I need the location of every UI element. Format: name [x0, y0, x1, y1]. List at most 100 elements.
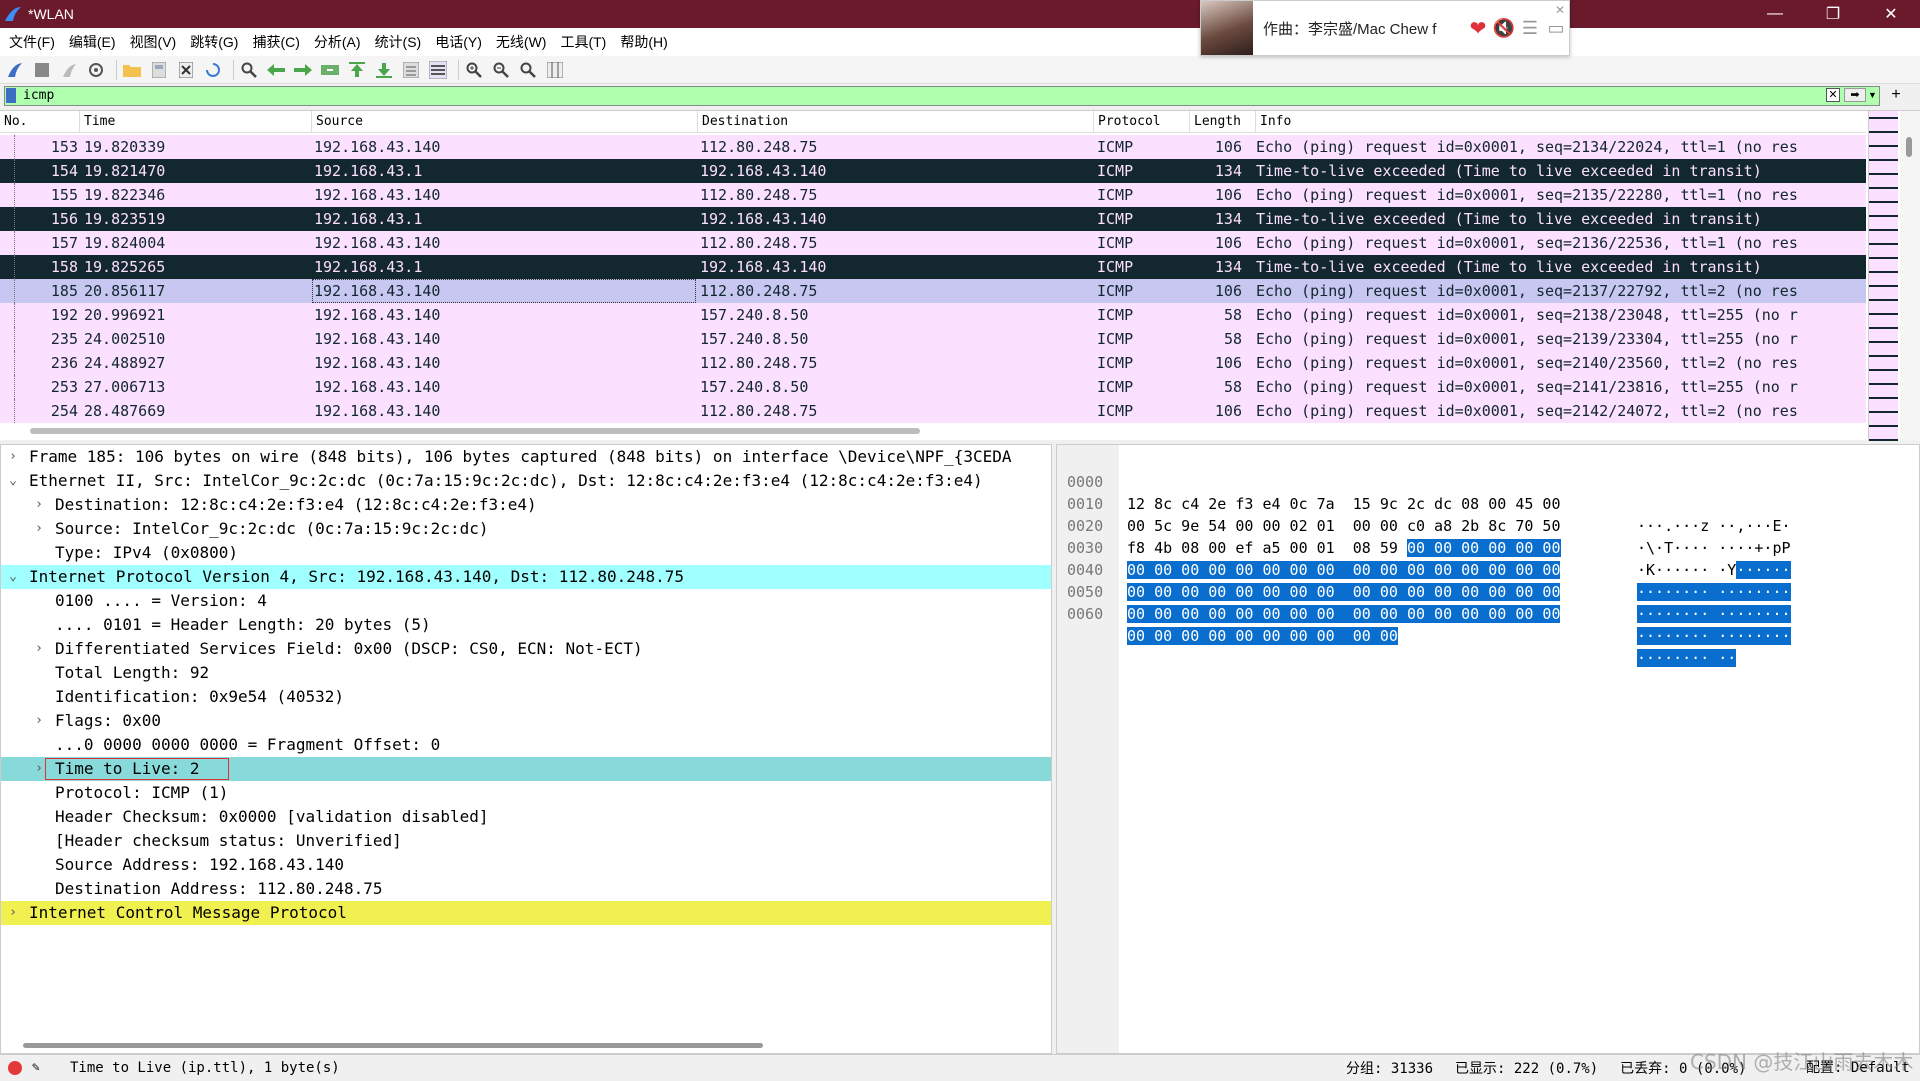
expand-icon[interactable]: ▭ — [1543, 18, 1569, 39]
tree-item-ip-checksum-status[interactable]: [Header checksum status: Unverified] — [1, 829, 1051, 853]
packet-list-hscrollbar[interactable] — [0, 427, 920, 435]
tree-item-icmp[interactable]: › Internet Control Message Protocol — [1, 901, 1051, 925]
expand-arrow-icon[interactable]: › — [31, 637, 47, 661]
edit-comment-icon[interactable]: ✎ — [32, 1060, 48, 1075]
heart-icon[interactable]: ❤ — [1465, 16, 1491, 41]
tree-item-ip-src[interactable]: Source Address: 192.168.43.140 — [1, 853, 1051, 877]
last-packet-icon[interactable] — [373, 59, 395, 81]
zoom-in-icon[interactable] — [463, 59, 485, 81]
go-to-packet-icon[interactable] — [319, 59, 341, 81]
scrollbar-thumb[interactable] — [23, 1043, 763, 1048]
bytes-row[interactable]: 0010 00 5c 9e 54 00 00 02 01 00 00 c0 a8… — [1057, 471, 1791, 557]
menu-capture[interactable]: 捕获(C) — [245, 32, 306, 52]
first-packet-icon[interactable] — [346, 59, 368, 81]
menu-go[interactable]: 跳转(G) — [183, 32, 245, 52]
packet-row-selected[interactable]: 185 20.856117 192.168.43.140 112.80.248.… — [0, 279, 1866, 303]
close-file-icon[interactable] — [175, 59, 197, 81]
tree-item-ip-dsfield[interactable]: › Differentiated Services Field: 0x00 (DS… — [1, 637, 1051, 661]
column-header-protocol[interactable]: Protocol — [1094, 111, 1190, 133]
packet-row[interactable]: 158 19.825265 192.168.43.1 192.168.43.14… — [0, 255, 1866, 279]
column-header-length[interactable]: Length — [1190, 111, 1256, 133]
tree-item-frame[interactable]: › Frame 185: 106 bytes on wire (848 bits)… — [1, 445, 1051, 469]
packet-row[interactable]: 153 19.820339 192.168.43.140 112.80.248.… — [0, 135, 1866, 159]
tree-item-ip-identification[interactable]: Identification: 0x9e54 (40532) — [1, 685, 1051, 709]
column-header-source[interactable]: Source — [312, 111, 698, 133]
menu-edit[interactable]: 编辑(E) — [62, 32, 123, 52]
menu-tools[interactable]: 工具(T) — [553, 32, 613, 52]
tree-item-ip-ttl-selected[interactable]: › Time to Live: 2 — [1, 757, 1051, 781]
collapse-arrow-icon[interactable]: ⌄ — [5, 565, 21, 589]
reload-file-icon[interactable] — [202, 59, 224, 81]
expand-arrow-icon[interactable]: › — [5, 901, 21, 925]
tree-item-ip-version[interactable]: 0100 .... = Version: 4 — [1, 589, 1051, 613]
packet-row[interactable]: 192 20.996921 192.168.43.140 157.240.8.5… — [0, 303, 1866, 327]
tree-item-ip-total-length[interactable]: Total Length: 92 — [1, 661, 1051, 685]
menu-file[interactable]: 文件(F) — [2, 32, 62, 52]
tree-item-ip-protocol[interactable]: Protocol: ICMP (1) — [1, 781, 1051, 805]
bytes-row[interactable]: 0030 00 00 00 00 00 00 00 00 00 00 00 00… — [1057, 515, 1791, 601]
tree-item-eth-destination[interactable]: › Destination: 12:8c:c4:2e:f3:e4 (12:8c:c… — [1, 493, 1051, 517]
mute-icon[interactable]: 🔇 — [1491, 18, 1517, 39]
tree-item-ip-flags[interactable]: › Flags: 0x00 — [1, 709, 1051, 733]
packet-row[interactable]: 236 24.488927 192.168.43.140 112.80.248.… — [0, 351, 1866, 375]
save-file-icon[interactable] — [148, 59, 170, 81]
restart-capture-icon[interactable] — [58, 59, 80, 81]
bytes-row[interactable]: 0050 00 00 00 00 00 00 00 00 00 00 00 00… — [1057, 559, 1791, 645]
tree-item-ipv4[interactable]: ⌄ Internet Protocol Version 4, Src: 192.1… — [1, 565, 1051, 589]
popup-close-icon[interactable]: ✕ — [1555, 3, 1565, 17]
zoom-out-icon[interactable] — [490, 59, 512, 81]
expand-arrow-icon[interactable]: › — [5, 445, 21, 469]
playlist-icon[interactable]: ☰ — [1517, 18, 1543, 39]
menu-view[interactable]: 视图(V) — [123, 32, 184, 52]
details-hscrollbar[interactable] — [1, 1041, 1051, 1051]
packet-row[interactable]: 155 19.822346 192.168.43.140 112.80.248.… — [0, 183, 1866, 207]
column-header-info[interactable]: Info — [1256, 111, 1866, 133]
packet-row[interactable]: 235 24.002510 192.168.43.140 157.240.8.5… — [0, 327, 1866, 351]
packet-minimap[interactable] — [1868, 111, 1898, 441]
display-filter-input[interactable]: icmp — [4, 86, 1880, 106]
collapse-arrow-icon[interactable]: ⌄ — [5, 469, 21, 493]
find-packet-icon[interactable] — [238, 59, 260, 81]
maximize-button[interactable]: ❐ — [1804, 0, 1862, 28]
go-back-icon[interactable] — [265, 59, 287, 81]
menu-statistics[interactable]: 统计(S) — [368, 32, 429, 52]
capture-status-icon[interactable] — [8, 1060, 22, 1075]
packet-row[interactable]: 253 27.006713 192.168.43.140 157.240.8.5… — [0, 375, 1866, 399]
packet-list-vscrollbar[interactable] — [1900, 111, 1920, 441]
bytes-row[interactable]: 0040 00 00 00 00 00 00 00 00 00 00 00 00… — [1057, 537, 1791, 623]
tree-item-ip-header-length[interactable]: .... 0101 = Header Length: 20 bytes (5) — [1, 613, 1051, 637]
tree-item-eth-type[interactable]: Type: IPv4 (0x0800) — [1, 541, 1051, 565]
scrollbar-thumb[interactable] — [1906, 137, 1912, 157]
tree-item-ethernet[interactable]: ⌄ Ethernet II, Src: IntelCor_9c:2c:dc (0c… — [1, 469, 1051, 493]
tree-item-ip-dst[interactable]: Destination Address: 112.80.248.75 — [1, 877, 1051, 901]
expand-arrow-icon[interactable]: › — [31, 517, 47, 541]
clear-filter-icon[interactable]: ✕ — [1826, 88, 1840, 102]
filter-bookmark-icon[interactable] — [6, 88, 16, 103]
filter-dropdown-icon[interactable]: ▼ — [1868, 88, 1878, 102]
tree-item-eth-source[interactable]: › Source: IntelCor_9c:2c:dc (0c:7a:15:9c:… — [1, 517, 1051, 541]
expand-arrow-icon[interactable]: › — [31, 709, 47, 733]
bytes-row[interactable]: 0020 f8 4b 08 00 ef a5 00 01 08 59 00 00… — [1057, 493, 1791, 579]
normal-size-icon[interactable] — [517, 59, 539, 81]
packet-row[interactable]: 156 19.823519 192.168.43.1 192.168.43.14… — [0, 207, 1866, 231]
menu-telephony[interactable]: 电话(Y) — [428, 32, 489, 52]
expand-arrow-icon[interactable]: › — [31, 493, 47, 517]
column-header-destination[interactable]: Destination — [698, 111, 1094, 133]
packet-row[interactable]: 254 28.487669 192.168.43.140 112.80.248.… — [0, 399, 1866, 423]
bytes-row[interactable]: 0060 00 00 00 00 00 00 00 00 00 00 ·····… — [1057, 581, 1737, 667]
open-file-icon[interactable] — [121, 59, 143, 81]
minimize-button[interactable]: — — [1746, 0, 1804, 28]
resize-columns-icon[interactable] — [544, 59, 566, 81]
close-button[interactable]: ✕ — [1862, 0, 1920, 28]
autoscroll-icon[interactable] — [400, 59, 422, 81]
add-filter-button[interactable]: + — [1886, 86, 1906, 106]
tree-item-ip-checksum[interactable]: Header Checksum: 0x0000 [validation disa… — [1, 805, 1051, 829]
menu-help[interactable]: 帮助(H) — [613, 32, 674, 52]
menu-wireless[interactable]: 无线(W) — [489, 32, 554, 52]
start-capture-icon[interactable] — [4, 59, 26, 81]
colorize-icon[interactable] — [427, 59, 449, 81]
bytes-row[interactable]: 0000 12 8c c4 2e f3 e4 0c 7a 15 9c 2c dc… — [1057, 449, 1791, 535]
column-header-time[interactable]: Time — [80, 111, 312, 133]
tree-item-ip-frag-offset[interactable]: ...0 0000 0000 0000 = Fragment Offset: 0 — [1, 733, 1051, 757]
column-header-no[interactable]: No. — [0, 111, 80, 133]
